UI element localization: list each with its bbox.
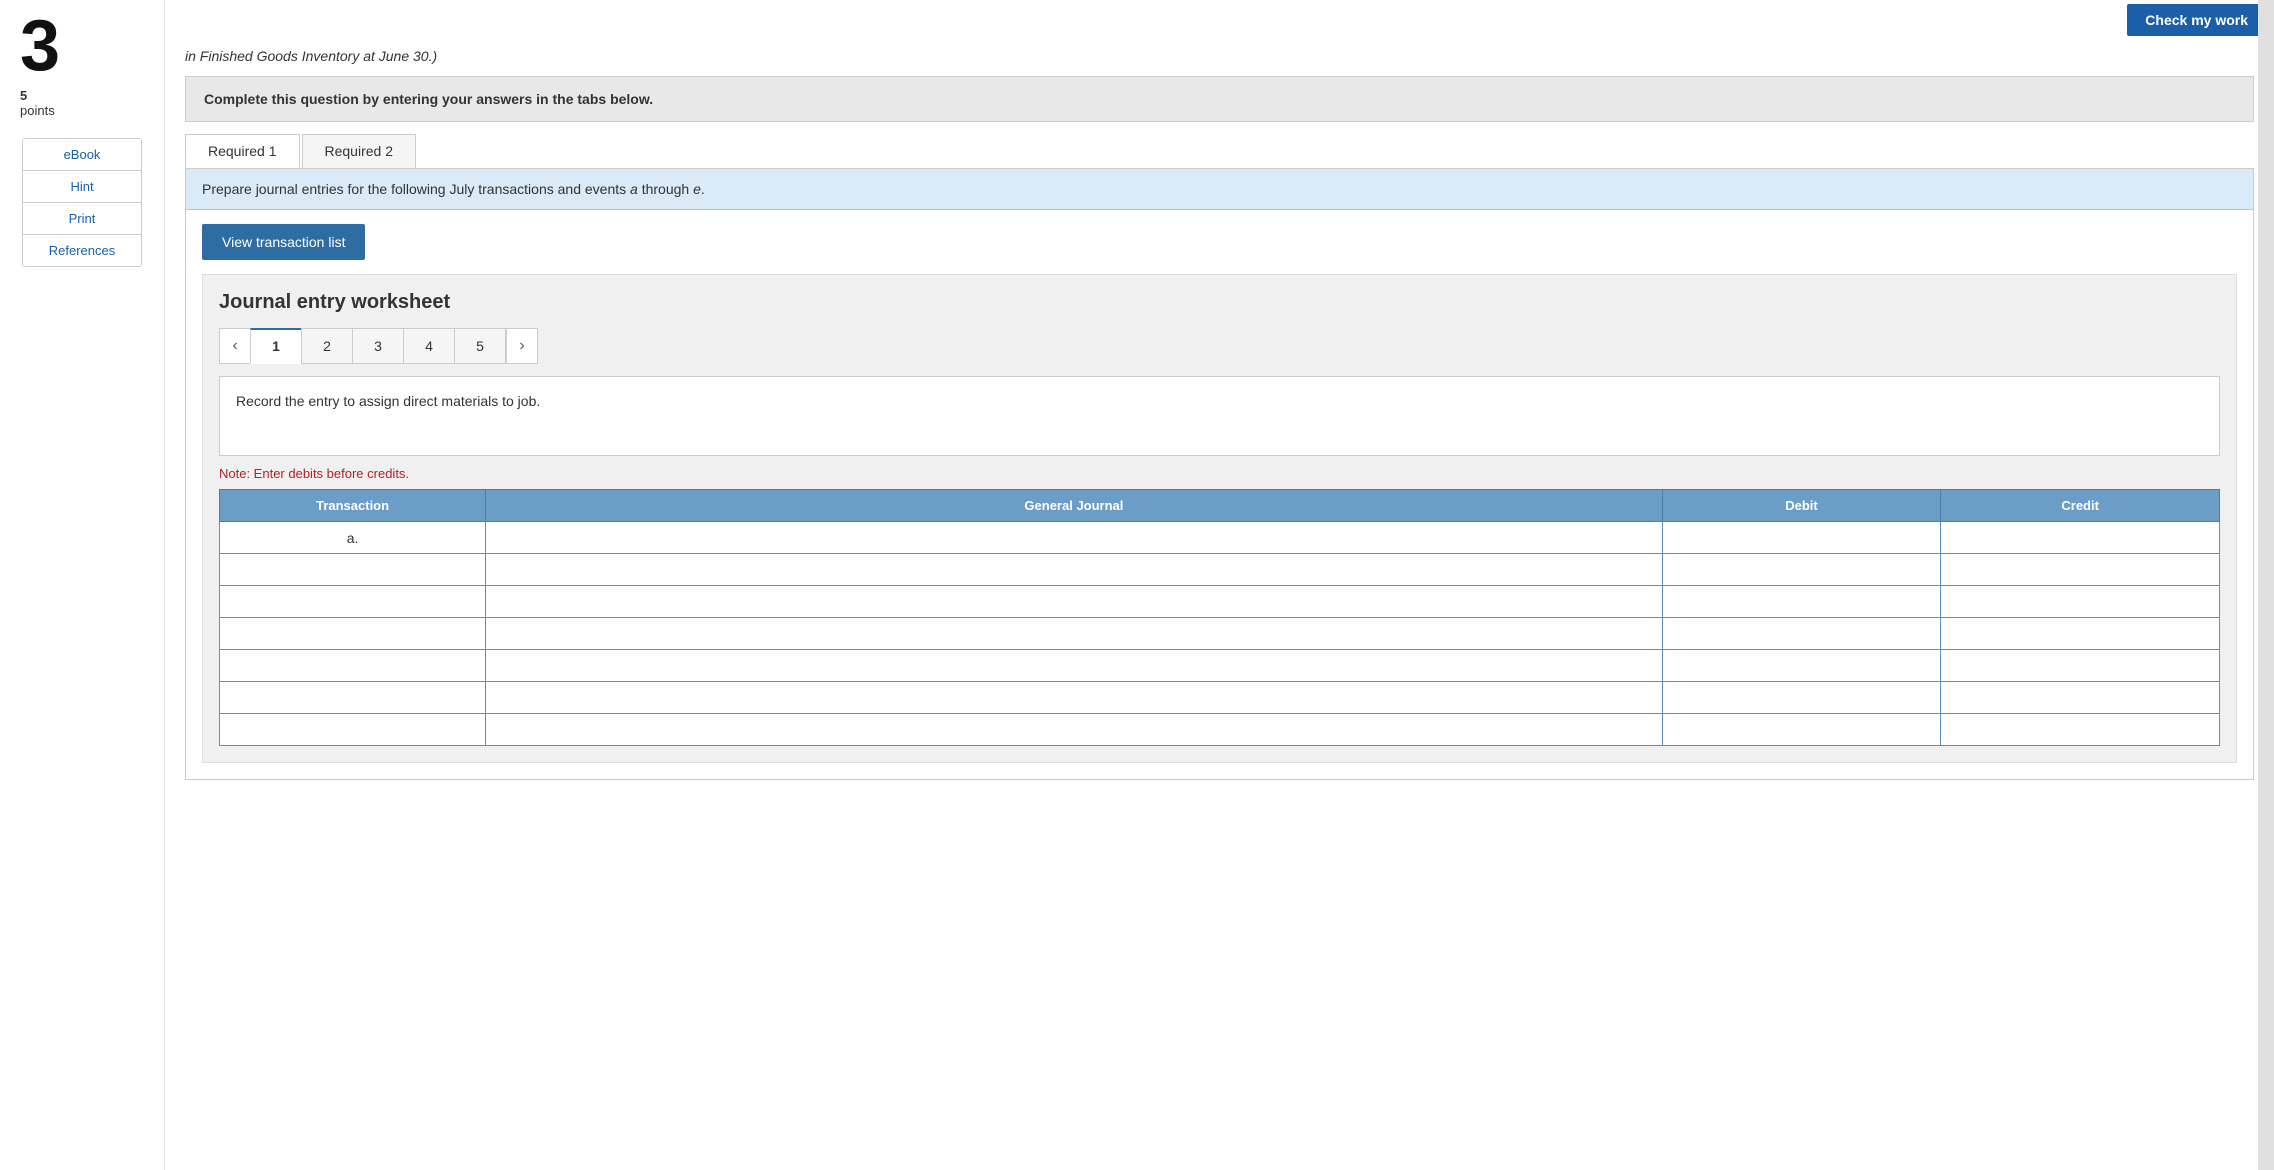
table-row: a. [220, 522, 2220, 554]
entry-tab-1[interactable]: 1 [250, 328, 302, 364]
credit-input[interactable] [1945, 720, 2215, 739]
main-content: Check my work in Finished Goods Inventor… [165, 0, 2274, 1170]
credit-input[interactable] [1945, 624, 2215, 643]
journal-input[interactable] [490, 592, 1658, 611]
debit-input[interactable] [1667, 656, 1937, 675]
credit-cell[interactable] [1941, 714, 2220, 746]
journal-cell[interactable] [486, 522, 1663, 554]
table-row [220, 650, 2220, 682]
journal-input[interactable] [490, 688, 1658, 707]
credit-input[interactable] [1945, 560, 2215, 579]
debit-cell[interactable] [1662, 682, 1941, 714]
credit-input[interactable] [1945, 688, 2215, 707]
credit-cell[interactable] [1941, 586, 2220, 618]
transaction-cell: a. [220, 522, 486, 554]
check-my-work-button[interactable]: Check my work [2127, 4, 2266, 36]
journal-cell[interactable] [486, 682, 1663, 714]
table-row [220, 682, 2220, 714]
journal-table: Transaction General Journal Debit Credit… [219, 489, 2220, 746]
credit-input[interactable] [1945, 592, 2215, 611]
blue-instruction: Prepare journal entries for the followin… [186, 169, 2253, 210]
col-header-general-journal: General Journal [486, 490, 1663, 522]
sidebar-item-hint[interactable]: Hint [23, 171, 141, 203]
debit-input[interactable] [1667, 528, 1937, 547]
entry-tab-3[interactable]: 3 [352, 328, 404, 364]
debit-input[interactable] [1667, 720, 1937, 739]
tab-content-area: Prepare journal entries for the followin… [185, 168, 2254, 780]
debit-cell[interactable] [1662, 586, 1941, 618]
next-entry-button[interactable]: › [506, 328, 538, 364]
credit-cell[interactable] [1941, 650, 2220, 682]
transaction-cell [220, 586, 486, 618]
tab-required2[interactable]: Required 2 [302, 134, 417, 168]
scrollbar[interactable] [2258, 0, 2274, 1170]
sidebar-item-print[interactable]: Print [23, 203, 141, 235]
debit-input[interactable] [1667, 592, 1937, 611]
journal-worksheet: Journal entry worksheet ‹ 1 2 3 4 5 › Re… [202, 274, 2237, 763]
debit-cell[interactable] [1662, 554, 1941, 586]
truncated-text: in Finished Goods Inventory at June 30.) [165, 40, 2274, 64]
sidebar: 3 5 points eBook Hint Print References [0, 0, 165, 1170]
entry-tab-4[interactable]: 4 [403, 328, 455, 364]
credit-cell[interactable] [1941, 554, 2220, 586]
debit-cell[interactable] [1662, 714, 1941, 746]
transaction-cell [220, 554, 486, 586]
top-bar: Check my work [165, 0, 2274, 40]
table-row [220, 554, 2220, 586]
debit-input[interactable] [1667, 624, 1937, 643]
transaction-cell [220, 714, 486, 746]
journal-cell[interactable] [486, 586, 1663, 618]
entry-note: Note: Enter debits before credits. [219, 466, 2220, 481]
instruction-banner: Complete this question by entering your … [185, 76, 2254, 122]
debit-cell[interactable] [1662, 650, 1941, 682]
debit-cell[interactable] [1662, 522, 1941, 554]
credit-cell[interactable] [1941, 522, 2220, 554]
sidebar-links: eBook Hint Print References [22, 138, 142, 267]
journal-cell[interactable] [486, 554, 1663, 586]
entry-nav: ‹ 1 2 3 4 5 › [219, 328, 2220, 364]
sidebar-item-ebook[interactable]: eBook [23, 139, 141, 171]
credit-cell[interactable] [1941, 682, 2220, 714]
journal-input[interactable] [490, 560, 1658, 579]
credit-input[interactable] [1945, 528, 2215, 547]
entry-tab-2[interactable]: 2 [301, 328, 353, 364]
tab-required1[interactable]: Required 1 [185, 134, 300, 168]
journal-input[interactable] [490, 528, 1658, 547]
points-value: 5 [20, 88, 27, 103]
journal-input[interactable] [490, 720, 1658, 739]
debit-cell[interactable] [1662, 618, 1941, 650]
debit-input[interactable] [1667, 560, 1937, 579]
transaction-cell [220, 618, 486, 650]
table-row [220, 714, 2220, 746]
journal-input[interactable] [490, 624, 1658, 643]
journal-cell[interactable] [486, 618, 1663, 650]
col-header-transaction: Transaction [220, 490, 486, 522]
debit-input[interactable] [1667, 688, 1937, 707]
tabs-row: Required 1 Required 2 [185, 134, 2254, 168]
journal-worksheet-title: Journal entry worksheet [219, 291, 2220, 314]
entry-tab-5[interactable]: 5 [454, 328, 506, 364]
col-header-debit: Debit [1662, 490, 1941, 522]
prev-entry-button[interactable]: ‹ [219, 328, 251, 364]
credit-input[interactable] [1945, 656, 2215, 675]
transaction-cell [220, 682, 486, 714]
question-number: 3 [0, 10, 60, 82]
col-header-credit: Credit [1941, 490, 2220, 522]
table-row [220, 618, 2220, 650]
points-label: points [20, 103, 55, 118]
journal-input[interactable] [490, 656, 1658, 675]
journal-cell[interactable] [486, 650, 1663, 682]
credit-cell[interactable] [1941, 618, 2220, 650]
sidebar-item-references[interactable]: References [23, 235, 141, 266]
journal-cell[interactable] [486, 714, 1663, 746]
entry-description: Record the entry to assign direct materi… [219, 376, 2220, 456]
transaction-cell [220, 650, 486, 682]
table-row [220, 586, 2220, 618]
view-transaction-list-button[interactable]: View transaction list [202, 224, 365, 260]
